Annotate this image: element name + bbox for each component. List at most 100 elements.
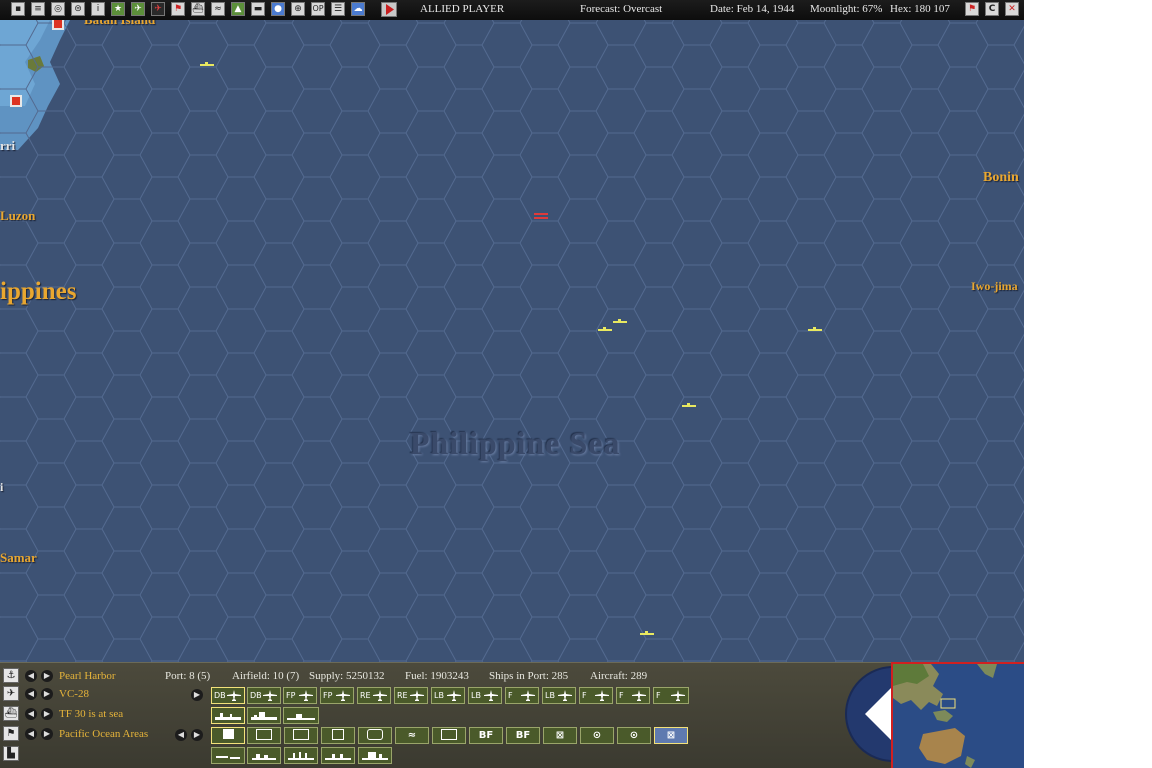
task-force-status[interactable]: TF 30 is at sea bbox=[59, 708, 123, 720]
next-air-arrow-icon[interactable]: ▶ bbox=[41, 688, 53, 700]
prev-tf-arrow-icon[interactable]: ◀ bbox=[25, 708, 37, 720]
unit-filter-button[interactable]: ⊙ bbox=[580, 727, 614, 744]
center-button[interactable]: C bbox=[985, 2, 999, 16]
top-toolbar: ▪ ≡ ◎ ⊜ i ★ ✈ ✈ ⚑ ⛴ ≈ ▲ ▬ ● ⊕ OP ☰ ☁ ALL… bbox=[0, 0, 1024, 21]
close-icon[interactable]: ✕ bbox=[1005, 2, 1019, 16]
unit-filter-button[interactable]: ⊠ bbox=[543, 727, 577, 744]
formation-button[interactable] bbox=[321, 747, 355, 764]
cycle-icon[interactable]: ◎ bbox=[51, 2, 65, 16]
hq-next-detail-arrow-icon[interactable]: ▶ bbox=[191, 729, 203, 741]
ship-class-button[interactable] bbox=[247, 707, 281, 724]
aircraft-type-button[interactable]: FP bbox=[283, 687, 317, 704]
next-hq-arrow-icon[interactable]: ▶ bbox=[41, 728, 53, 740]
formation-button[interactable] bbox=[247, 747, 281, 764]
aircraft-type-button[interactable]: F bbox=[653, 687, 689, 704]
minimap[interactable] bbox=[891, 662, 1024, 768]
task-force-marker[interactable] bbox=[682, 403, 696, 409]
enemy-base-marker[interactable] bbox=[52, 20, 64, 30]
air-group-icon[interactable]: ✈ bbox=[151, 2, 165, 16]
bf-button[interactable]: BF bbox=[469, 727, 503, 744]
unit-filter-button[interactable]: ⊠ bbox=[654, 727, 688, 744]
enemy-base-marker[interactable] bbox=[10, 95, 22, 107]
search-icon[interactable]: ⊕ bbox=[291, 2, 305, 16]
unit-filter-button[interactable]: ⊙ bbox=[617, 727, 651, 744]
game-date: Date: Feb 14, 1944 bbox=[710, 3, 795, 15]
task-force-marker[interactable] bbox=[598, 327, 612, 333]
base-name[interactable]: Pearl Harbor bbox=[59, 670, 116, 682]
task-force-marker[interactable] bbox=[640, 631, 654, 637]
air-detail-arrow-icon[interactable]: ▶ bbox=[191, 689, 203, 701]
unit-filter-button[interactable] bbox=[358, 727, 392, 744]
air-unit-icon[interactable]: ✈ bbox=[131, 2, 145, 16]
route-icon[interactable]: ≈ bbox=[211, 2, 225, 16]
task-force-marker[interactable] bbox=[200, 62, 214, 68]
unit-filter-button[interactable] bbox=[211, 727, 245, 744]
prev-air-arrow-icon[interactable]: ◀ bbox=[25, 688, 37, 700]
hq-prev-detail-arrow-icon[interactable]: ◀ bbox=[175, 729, 187, 741]
ship-class-button[interactable] bbox=[211, 707, 245, 724]
info-icon[interactable]: i bbox=[91, 2, 105, 16]
formation-button[interactable] bbox=[358, 747, 392, 764]
unit-filter-button[interactable]: ≈ bbox=[395, 727, 429, 744]
flag-icon[interactable]: ⚑ bbox=[171, 2, 185, 16]
land-unit-icon[interactable]: ▲ bbox=[231, 2, 245, 16]
hex-grid bbox=[0, 20, 1024, 662]
hq-name[interactable]: Pacific Ocean Areas bbox=[59, 728, 148, 740]
plane-silhouette-icon bbox=[373, 690, 387, 701]
prev-base-arrow-icon[interactable]: ◀ bbox=[25, 670, 37, 682]
aircraft-type-button[interactable]: DB bbox=[247, 687, 281, 704]
play-turn-button[interactable] bbox=[381, 2, 397, 17]
aircraft-type-button[interactable]: F bbox=[579, 687, 613, 704]
bf-button[interactable]: BF bbox=[506, 727, 540, 744]
task-force-marker[interactable] bbox=[808, 327, 822, 333]
aircraft-type-button[interactable]: FP bbox=[320, 687, 354, 704]
cloud-icon[interactable]: ☁ bbox=[351, 2, 365, 16]
pause-icon[interactable]: ▪ bbox=[11, 2, 25, 16]
aircraft-type-button[interactable]: LB bbox=[468, 687, 502, 704]
aircraft-type-button[interactable]: RE bbox=[357, 687, 391, 704]
unit-filter-button[interactable] bbox=[284, 727, 318, 744]
transport-icon bbox=[252, 754, 276, 760]
task-force-row: ⛴ ◀ ▶ TF 30 is at sea bbox=[0, 706, 890, 724]
aircraft-type-button[interactable]: F bbox=[616, 687, 650, 704]
unit-list-icon[interactable]: ⊜ bbox=[71, 2, 85, 16]
aircraft-type-button[interactable]: F bbox=[505, 687, 539, 704]
next-base-arrow-icon[interactable]: ▶ bbox=[41, 670, 53, 682]
unit-filter-button[interactable] bbox=[321, 727, 355, 744]
base-icon[interactable]: ▬ bbox=[251, 2, 265, 16]
formation-button[interactable] bbox=[284, 747, 318, 764]
unit-filter-button[interactable] bbox=[247, 727, 281, 744]
globe-icon[interactable]: ● bbox=[271, 2, 285, 16]
hex-map[interactable]: Batan Island rri Luzon ippines Bonin Iwo… bbox=[0, 20, 1024, 662]
unit-filter-button[interactable] bbox=[432, 727, 466, 744]
ship-row-icon[interactable]: ⛴ bbox=[3, 706, 19, 721]
aircraft-type-button[interactable]: LB bbox=[431, 687, 465, 704]
anchor-icon[interactable]: ⚓ bbox=[3, 668, 19, 683]
list-icon[interactable]: ☰ bbox=[331, 2, 345, 16]
battleship-icon bbox=[251, 712, 277, 720]
aircraft-type-button[interactable]: DB bbox=[211, 687, 245, 704]
air-group-name[interactable]: VC-28 bbox=[59, 688, 89, 700]
formation-button[interactable] bbox=[211, 747, 245, 764]
next-tf-arrow-icon[interactable]: ▶ bbox=[41, 708, 53, 720]
flag-toggle-icon[interactable]: ⚑ bbox=[965, 2, 979, 16]
report-icon[interactable]: ≡ bbox=[31, 2, 45, 16]
enemy-task-force-marker[interactable] bbox=[534, 212, 548, 220]
plane-icon[interactable]: ✈ bbox=[3, 686, 19, 701]
place-label-rri: rri bbox=[0, 138, 16, 153]
aircraft-type-button[interactable]: LB bbox=[542, 687, 576, 704]
hq-flag-icon[interactable]: ⚑ bbox=[3, 726, 19, 741]
building-icon[interactable]: ▙ bbox=[3, 746, 19, 761]
escort-icon bbox=[325, 754, 351, 760]
star-icon[interactable]: ★ bbox=[111, 2, 125, 16]
place-label-luzon: Luzon bbox=[0, 208, 36, 223]
base-row: ⚓ ◀ ▶ Pearl Harbor Port: 8 (5) Airfield:… bbox=[0, 668, 890, 686]
prev-hq-arrow-icon[interactable]: ◀ bbox=[25, 728, 37, 740]
plane-silhouette-icon bbox=[410, 690, 424, 701]
op-icon[interactable]: OP bbox=[311, 2, 325, 16]
task-force-marker[interactable] bbox=[613, 319, 627, 325]
plane-silhouette-icon bbox=[632, 690, 646, 701]
ship-icon[interactable]: ⛴ bbox=[191, 2, 205, 16]
ship-class-button[interactable] bbox=[283, 707, 319, 724]
aircraft-type-button[interactable]: RE bbox=[394, 687, 428, 704]
